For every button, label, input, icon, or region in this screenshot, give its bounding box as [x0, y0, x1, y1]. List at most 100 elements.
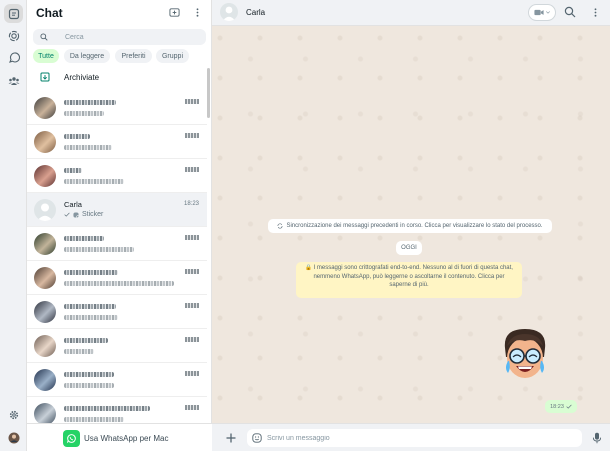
chat-name-redacted [64, 270, 118, 275]
chat-avatar [34, 199, 56, 221]
chat-time-redacted [185, 303, 199, 308]
sync-icon [278, 223, 283, 229]
chat-row[interactable] [27, 295, 207, 329]
chat-time-redacted [185, 371, 199, 376]
chat-name-redacted [64, 304, 116, 309]
archive-icon [40, 72, 50, 82]
chat-list-panel: Chat Tutte Da leggere Preferiti Gruppi A… [27, 0, 212, 451]
filter-chip-all[interactable]: Tutte [33, 49, 59, 63]
whatsapp-logo-icon [63, 430, 80, 447]
chat-name-redacted [64, 338, 108, 343]
filter-chip-unread[interactable]: Da leggere [64, 49, 110, 63]
chat-row[interactable] [27, 91, 207, 125]
chat-name: Carla [64, 200, 82, 209]
microphone-icon[interactable] [592, 432, 602, 444]
chat-preview-redacted [64, 111, 104, 116]
attach-plus-icon[interactable] [225, 432, 237, 444]
chat-name-redacted [64, 406, 150, 411]
chat-preview-redacted [64, 145, 112, 150]
chat-row[interactable] [27, 329, 207, 363]
more-vertical-icon [594, 7, 596, 17]
chat-avatar [34, 165, 56, 187]
chat-preview-redacted [64, 315, 118, 320]
chat-list: Carla 18:23 Sticker [27, 91, 207, 423]
chat-avatar [34, 369, 56, 391]
chat-avatar [34, 233, 56, 255]
archived-row[interactable]: Archiviate [27, 68, 207, 88]
chat-row[interactable] [27, 125, 207, 159]
channels-icon [8, 51, 20, 63]
contact-name[interactable]: Carla [246, 8, 265, 17]
chat-time-redacted [185, 167, 199, 172]
status-icon [8, 30, 19, 41]
search-input[interactable] [65, 29, 200, 45]
chat-time-redacted [185, 235, 199, 240]
communities-nav-button[interactable] [4, 71, 23, 90]
panel-menu-button[interactable] [191, 6, 203, 18]
chat-name-redacted [64, 236, 104, 241]
chat-row[interactable] [27, 159, 207, 193]
new-chat-icon [168, 7, 180, 17]
chat-row[interactable] [27, 261, 207, 295]
more-vertical-icon [196, 7, 198, 17]
settings-nav-button[interactable] [4, 405, 23, 424]
sync-notice[interactable]: Sincronizzazione dei messaggi precedenti… [268, 219, 552, 233]
communities-icon [8, 76, 19, 85]
conversation-menu-button[interactable] [589, 6, 601, 18]
chat-list-scrollbar[interactable] [207, 68, 210, 118]
chat-avatar [34, 131, 56, 153]
chat-preview-redacted [64, 383, 114, 388]
channels-nav-button[interactable] [4, 48, 23, 67]
delivered-check-icon [64, 212, 70, 217]
message-meta: 18:23 [545, 400, 577, 413]
message-input[interactable] [267, 429, 567, 447]
chat-time-redacted [185, 99, 199, 104]
chat-avatar [34, 335, 56, 357]
chat-time-redacted [185, 405, 199, 410]
emoji-sticker-icon[interactable] [252, 433, 262, 443]
sticker-message[interactable] [499, 326, 551, 380]
encryption-notice[interactable]: 🔒 I messaggi sono crittografati end-to-e… [296, 262, 522, 298]
new-chat-button[interactable] [168, 6, 180, 18]
gear-icon [9, 410, 18, 419]
contact-avatar[interactable] [220, 3, 238, 21]
search-icon[interactable] [564, 6, 576, 18]
chat-preview: Sticker [64, 211, 103, 218]
lock-icon: 🔒 [305, 265, 312, 271]
chat-row[interactable] [27, 397, 207, 423]
sticker-icon [73, 211, 79, 218]
message-time: 18:23 [550, 403, 564, 410]
filter-chip-favorites[interactable]: Preferiti [115, 49, 152, 63]
delivered-check-icon [566, 404, 572, 409]
message-area: Sincronizzazione dei messaggi precedenti… [212, 26, 610, 423]
video-camera-icon [534, 9, 544, 16]
chevron-down-icon [546, 11, 550, 14]
sync-notice-text: Sincronizzazione dei messaggi precedenti… [286, 223, 543, 229]
profile-nav-button[interactable] [4, 428, 23, 447]
video-call-button[interactable] [528, 4, 556, 21]
conversation-header: Carla [212, 0, 610, 26]
filter-chip-groups[interactable]: Gruppi [156, 49, 189, 63]
nav-rail [0, 0, 27, 451]
chat-row[interactable]: Carla 18:23 Sticker [27, 193, 207, 227]
chats-icon [8, 8, 19, 19]
chat-preview-redacted [64, 349, 94, 354]
archived-label: Archiviate [64, 73, 100, 82]
chat-row[interactable] [27, 227, 207, 261]
chat-preview-redacted [64, 417, 124, 422]
chat-time-redacted [185, 269, 199, 274]
chat-preview-redacted [64, 247, 134, 252]
chat-name-redacted [64, 134, 90, 139]
chat-time-redacted [185, 133, 199, 138]
mac-download-banner[interactable]: Usa WhatsApp per Mac [27, 423, 212, 451]
chats-nav-button[interactable] [4, 4, 23, 23]
chat-time: 18:23 [183, 201, 199, 207]
chat-avatar [34, 301, 56, 323]
mac-banner-label: Usa WhatsApp per Mac [84, 434, 169, 443]
panel-title: Chat [36, 6, 63, 20]
encryption-notice-text: I messaggi sono crittografati end-to-end… [313, 265, 513, 288]
chat-name-redacted [64, 372, 114, 377]
status-nav-button[interactable] [4, 26, 23, 45]
chat-row[interactable] [27, 363, 207, 397]
chat-avatar [34, 97, 56, 119]
